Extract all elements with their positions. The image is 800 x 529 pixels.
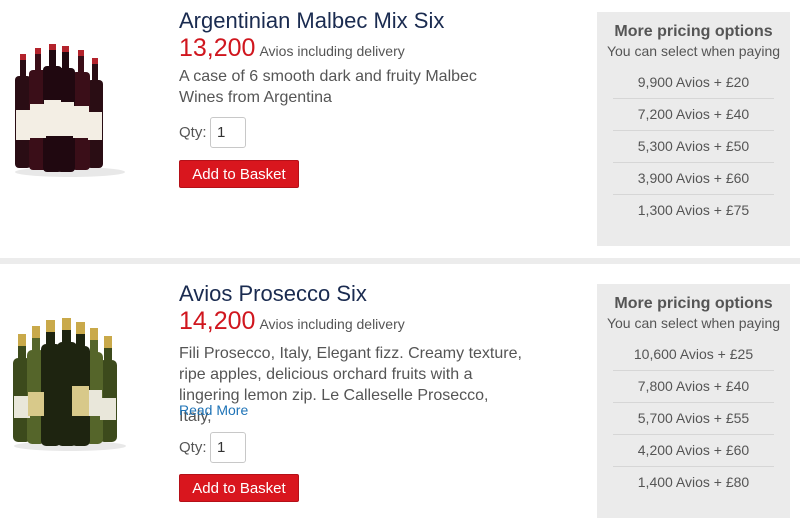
pricing-options-list: 10,600 Avios + £25 7,800 Avios + £40 5,7… — [597, 339, 790, 498]
product-description: A case of 6 smooth dark and fruity Malbe… — [179, 68, 477, 106]
pricing-option[interactable]: 1,300 Avios + £75 — [613, 194, 774, 226]
price-line: 13,200 Avios including delivery — [179, 34, 405, 63]
price-value: 14,200 — [179, 307, 256, 335]
read-more-link[interactable]: Read More — [179, 402, 248, 418]
qty-input[interactable] — [210, 432, 246, 463]
pricing-option[interactable]: 7,800 Avios + £40 — [613, 370, 774, 402]
product-title[interactable]: Argentinian Malbec Mix Six — [179, 8, 444, 34]
product-card-malbec: Argentinian Malbec Mix Six 13,200 Avios i… — [0, 0, 800, 258]
wine-bottles-image[interactable] — [10, 40, 132, 180]
pricing-option[interactable]: 4,200 Avios + £60 — [613, 434, 774, 466]
product-card-prosecco: Avios Prosecco Six 14,200 Avios including… — [0, 264, 800, 529]
qty-input[interactable] — [210, 117, 246, 148]
pricing-options-panel: More pricing options You can select when… — [597, 12, 790, 246]
pricing-option[interactable]: 5,700 Avios + £55 — [613, 402, 774, 434]
pricing-option[interactable]: 3,900 Avios + £60 — [613, 162, 774, 194]
pricing-option[interactable]: 5,300 Avios + £50 — [613, 130, 774, 162]
add-to-basket-button[interactable]: Add to Basket — [179, 160, 299, 188]
pricing-option[interactable]: 7,200 Avios + £40 — [613, 98, 774, 130]
pricing-options-subtitle: You can select when paying — [606, 315, 781, 331]
price-suffix: Avios including delivery — [259, 316, 405, 332]
pricing-options-panel: More pricing options You can select when… — [597, 284, 790, 518]
price-suffix: Avios including delivery — [259, 43, 405, 59]
add-to-basket-button[interactable]: Add to Basket — [179, 474, 299, 502]
qty-label: Qty: — [179, 124, 207, 141]
pricing-options-subtitle: You can select when paying — [606, 43, 781, 59]
qty-label: Qty: — [179, 439, 207, 456]
pricing-option[interactable]: 10,600 Avios + £25 — [613, 339, 774, 370]
pricing-options-list: 9,900 Avios + £20 7,200 Avios + £40 5,30… — [597, 67, 790, 226]
product-title[interactable]: Avios Prosecco Six — [179, 281, 367, 307]
pricing-option[interactable]: 9,900 Avios + £20 — [613, 67, 774, 98]
pricing-options-title: More pricing options — [614, 295, 773, 312]
prosecco-bottles-image[interactable] — [10, 316, 132, 454]
price-line: 14,200 Avios including delivery — [179, 307, 405, 336]
pricing-option[interactable]: 1,400 Avios + £80 — [613, 466, 774, 498]
pricing-options-title: More pricing options — [614, 23, 773, 40]
price-value: 13,200 — [179, 34, 256, 62]
